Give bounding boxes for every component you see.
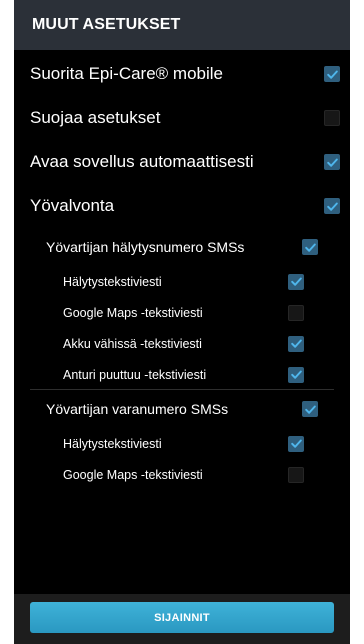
item-checkbox[interactable] [288,366,304,383]
item-label: Anturi puuttuu -tekstiviesti [63,367,207,382]
primary-sms-group[interactable]: Yövartijan hälytysnumero SMSs [14,228,350,266]
primary-sms-item[interactable]: Hälytystekstiviesti [14,266,350,297]
checkmark-icon [326,202,338,211]
checkmark-icon [304,405,316,414]
setting-label: Suorita Epi-Care® mobile [30,64,223,83]
setting-checkbox[interactable] [324,154,340,170]
item-checkbox[interactable] [288,273,304,290]
group-label: Yövartijan hälytysnumero SMSs [46,239,245,255]
primary-sms-item[interactable]: Anturi puuttuu -tekstiviesti [14,359,350,390]
setting-label: Avaa sovellus automaattisesti [30,152,254,171]
setting-label: Suojaa asetukset [30,108,161,127]
item-label: Hälytystekstiviesti [63,274,162,289]
backup-sms-item[interactable]: Google Maps -tekstiviesti [14,459,350,490]
checkmark-icon [290,339,302,348]
setting-night-watch[interactable]: Yövalvonta [14,184,350,228]
item-label: Hälytystekstiviesti [63,436,162,451]
primary-sms-item[interactable]: Google Maps -tekstiviesti [14,297,350,328]
group-checkbox[interactable] [302,401,318,417]
setting-checkbox[interactable] [324,198,340,214]
checkmark-icon [304,243,316,252]
checkmark-icon [326,70,338,79]
group-label: Yövartijan varanumero SMSs [46,401,229,417]
item-checkbox[interactable] [288,335,304,352]
item-label: Google Maps -tekstiviesti [63,305,203,320]
locations-button[interactable]: SIJAINNIT [30,602,334,633]
button-bar: SIJAINNIT [14,594,350,644]
checkmark-icon [290,277,302,286]
primary-sms-item[interactable]: Akku vähissä -tekstiviesti [14,328,350,359]
setting-auto-open[interactable]: Avaa sovellus automaattisesti [14,140,350,184]
setting-label: Yövalvonta [30,196,115,215]
backup-sms-item[interactable]: Hälytystekstiviesti [14,428,350,459]
item-checkbox[interactable] [288,466,304,483]
item-label: Google Maps -tekstiviesti [63,467,203,482]
setting-checkbox[interactable] [324,110,340,126]
page-title: MUUT ASETUKSET [14,0,350,50]
checkmark-icon [290,439,302,448]
checkmark-icon [290,370,302,379]
item-checkbox[interactable] [288,304,304,321]
setting-run-epi-care[interactable]: Suorita Epi-Care® mobile [14,52,350,96]
checkmark-icon [326,158,338,167]
setting-protect-settings[interactable]: Suojaa asetukset [14,96,350,140]
settings-screen: MUUT ASETUKSET Suorita Epi-Care® mobile … [14,0,350,644]
item-label: Akku vähissä -tekstiviesti [63,336,202,351]
group-checkbox[interactable] [302,239,318,255]
setting-checkbox[interactable] [324,66,340,82]
item-checkbox[interactable] [288,435,304,452]
backup-sms-group[interactable]: Yövartijan varanumero SMSs [14,390,350,428]
